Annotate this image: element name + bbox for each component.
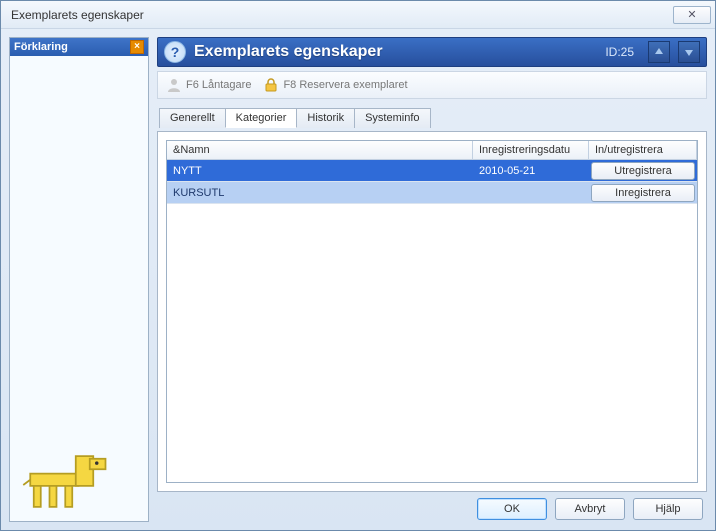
register-button[interactable]: Inregistrera	[591, 184, 695, 202]
explanation-close-button[interactable]: ×	[130, 40, 144, 54]
titlebar: Exemplarets egenskaper ✕	[1, 1, 715, 29]
category-grid: &Namn Inregistreringsdatu In/utregistrer…	[166, 140, 698, 483]
cell-date	[473, 191, 589, 195]
tab-system[interactable]: Systeminfo	[354, 108, 430, 128]
toolbar: F6 Låntagare F8 Reservera exemplaret	[157, 71, 707, 99]
content-area: Förklaring × ? Exemplarets egenskaper ID…	[1, 29, 715, 530]
cell-date: 2010-05-21	[473, 163, 589, 179]
window-close-button[interactable]: ✕	[673, 6, 711, 24]
close-icon: ×	[134, 42, 140, 52]
help-button[interactable]: Hjälp	[633, 498, 703, 520]
person-icon	[166, 77, 182, 93]
explanation-header: Förklaring ×	[10, 38, 148, 56]
cell-action: Inregistrera	[589, 183, 697, 203]
lock-icon	[263, 77, 279, 93]
main-panel: ? Exemplarets egenskaper ID:25 F6 Låntag…	[157, 37, 707, 522]
cancel-button[interactable]: Avbryt	[555, 498, 625, 520]
nav-down-button[interactable]	[678, 41, 700, 63]
explanation-body	[10, 56, 148, 521]
col-action[interactable]: In/utregistrera	[589, 141, 697, 159]
close-icon: ✕	[687, 8, 696, 21]
grid-header: &Namn Inregistreringsdatu In/utregistrer…	[167, 141, 697, 160]
tab-panel: &Namn Inregistreringsdatu In/utregistrer…	[157, 131, 707, 492]
tab-history[interactable]: Historik	[296, 108, 355, 128]
tab-categories[interactable]: Kategorier	[225, 108, 298, 128]
nav-up-button[interactable]	[648, 41, 670, 63]
table-row[interactable]: KURSUTL Inregistrera	[167, 182, 697, 204]
borrower-label: F6 Låntagare	[186, 79, 251, 91]
page-title: Exemplarets egenskaper	[194, 43, 597, 61]
ok-button[interactable]: OK	[477, 498, 547, 520]
borrower-button[interactable]: F6 Låntagare	[166, 77, 251, 93]
arrow-down-icon	[683, 46, 695, 58]
cell-action: Utregistrera	[589, 161, 697, 181]
dialog-footer: OK Avbryt Hjälp	[157, 496, 707, 522]
arrow-up-icon	[653, 46, 665, 58]
header-bar: ? Exemplarets egenskaper ID:25	[157, 37, 707, 67]
tab-general[interactable]: Generellt	[159, 108, 226, 128]
cell-name: KURSUTL	[167, 185, 473, 201]
mascot-icon	[18, 443, 130, 513]
explanation-panel: Förklaring ×	[9, 37, 149, 522]
col-name[interactable]: &Namn	[167, 141, 473, 159]
id-label: ID:25	[605, 45, 634, 59]
table-row[interactable]: NYTT 2010-05-21 Utregistrera	[167, 160, 697, 182]
tabs: Generellt Kategorier Historik Systeminfo	[159, 107, 707, 127]
explanation-title: Förklaring	[14, 41, 68, 53]
cell-name: NYTT	[167, 163, 473, 179]
help-icon[interactable]: ?	[164, 41, 186, 63]
deregister-button[interactable]: Utregistrera	[591, 162, 695, 180]
reserve-button[interactable]: F8 Reservera exemplaret	[263, 77, 407, 93]
reserve-label: F8 Reservera exemplaret	[283, 79, 407, 91]
window-title: Exemplarets egenskaper	[11, 8, 144, 22]
col-regdate[interactable]: Inregistreringsdatu	[473, 141, 589, 159]
